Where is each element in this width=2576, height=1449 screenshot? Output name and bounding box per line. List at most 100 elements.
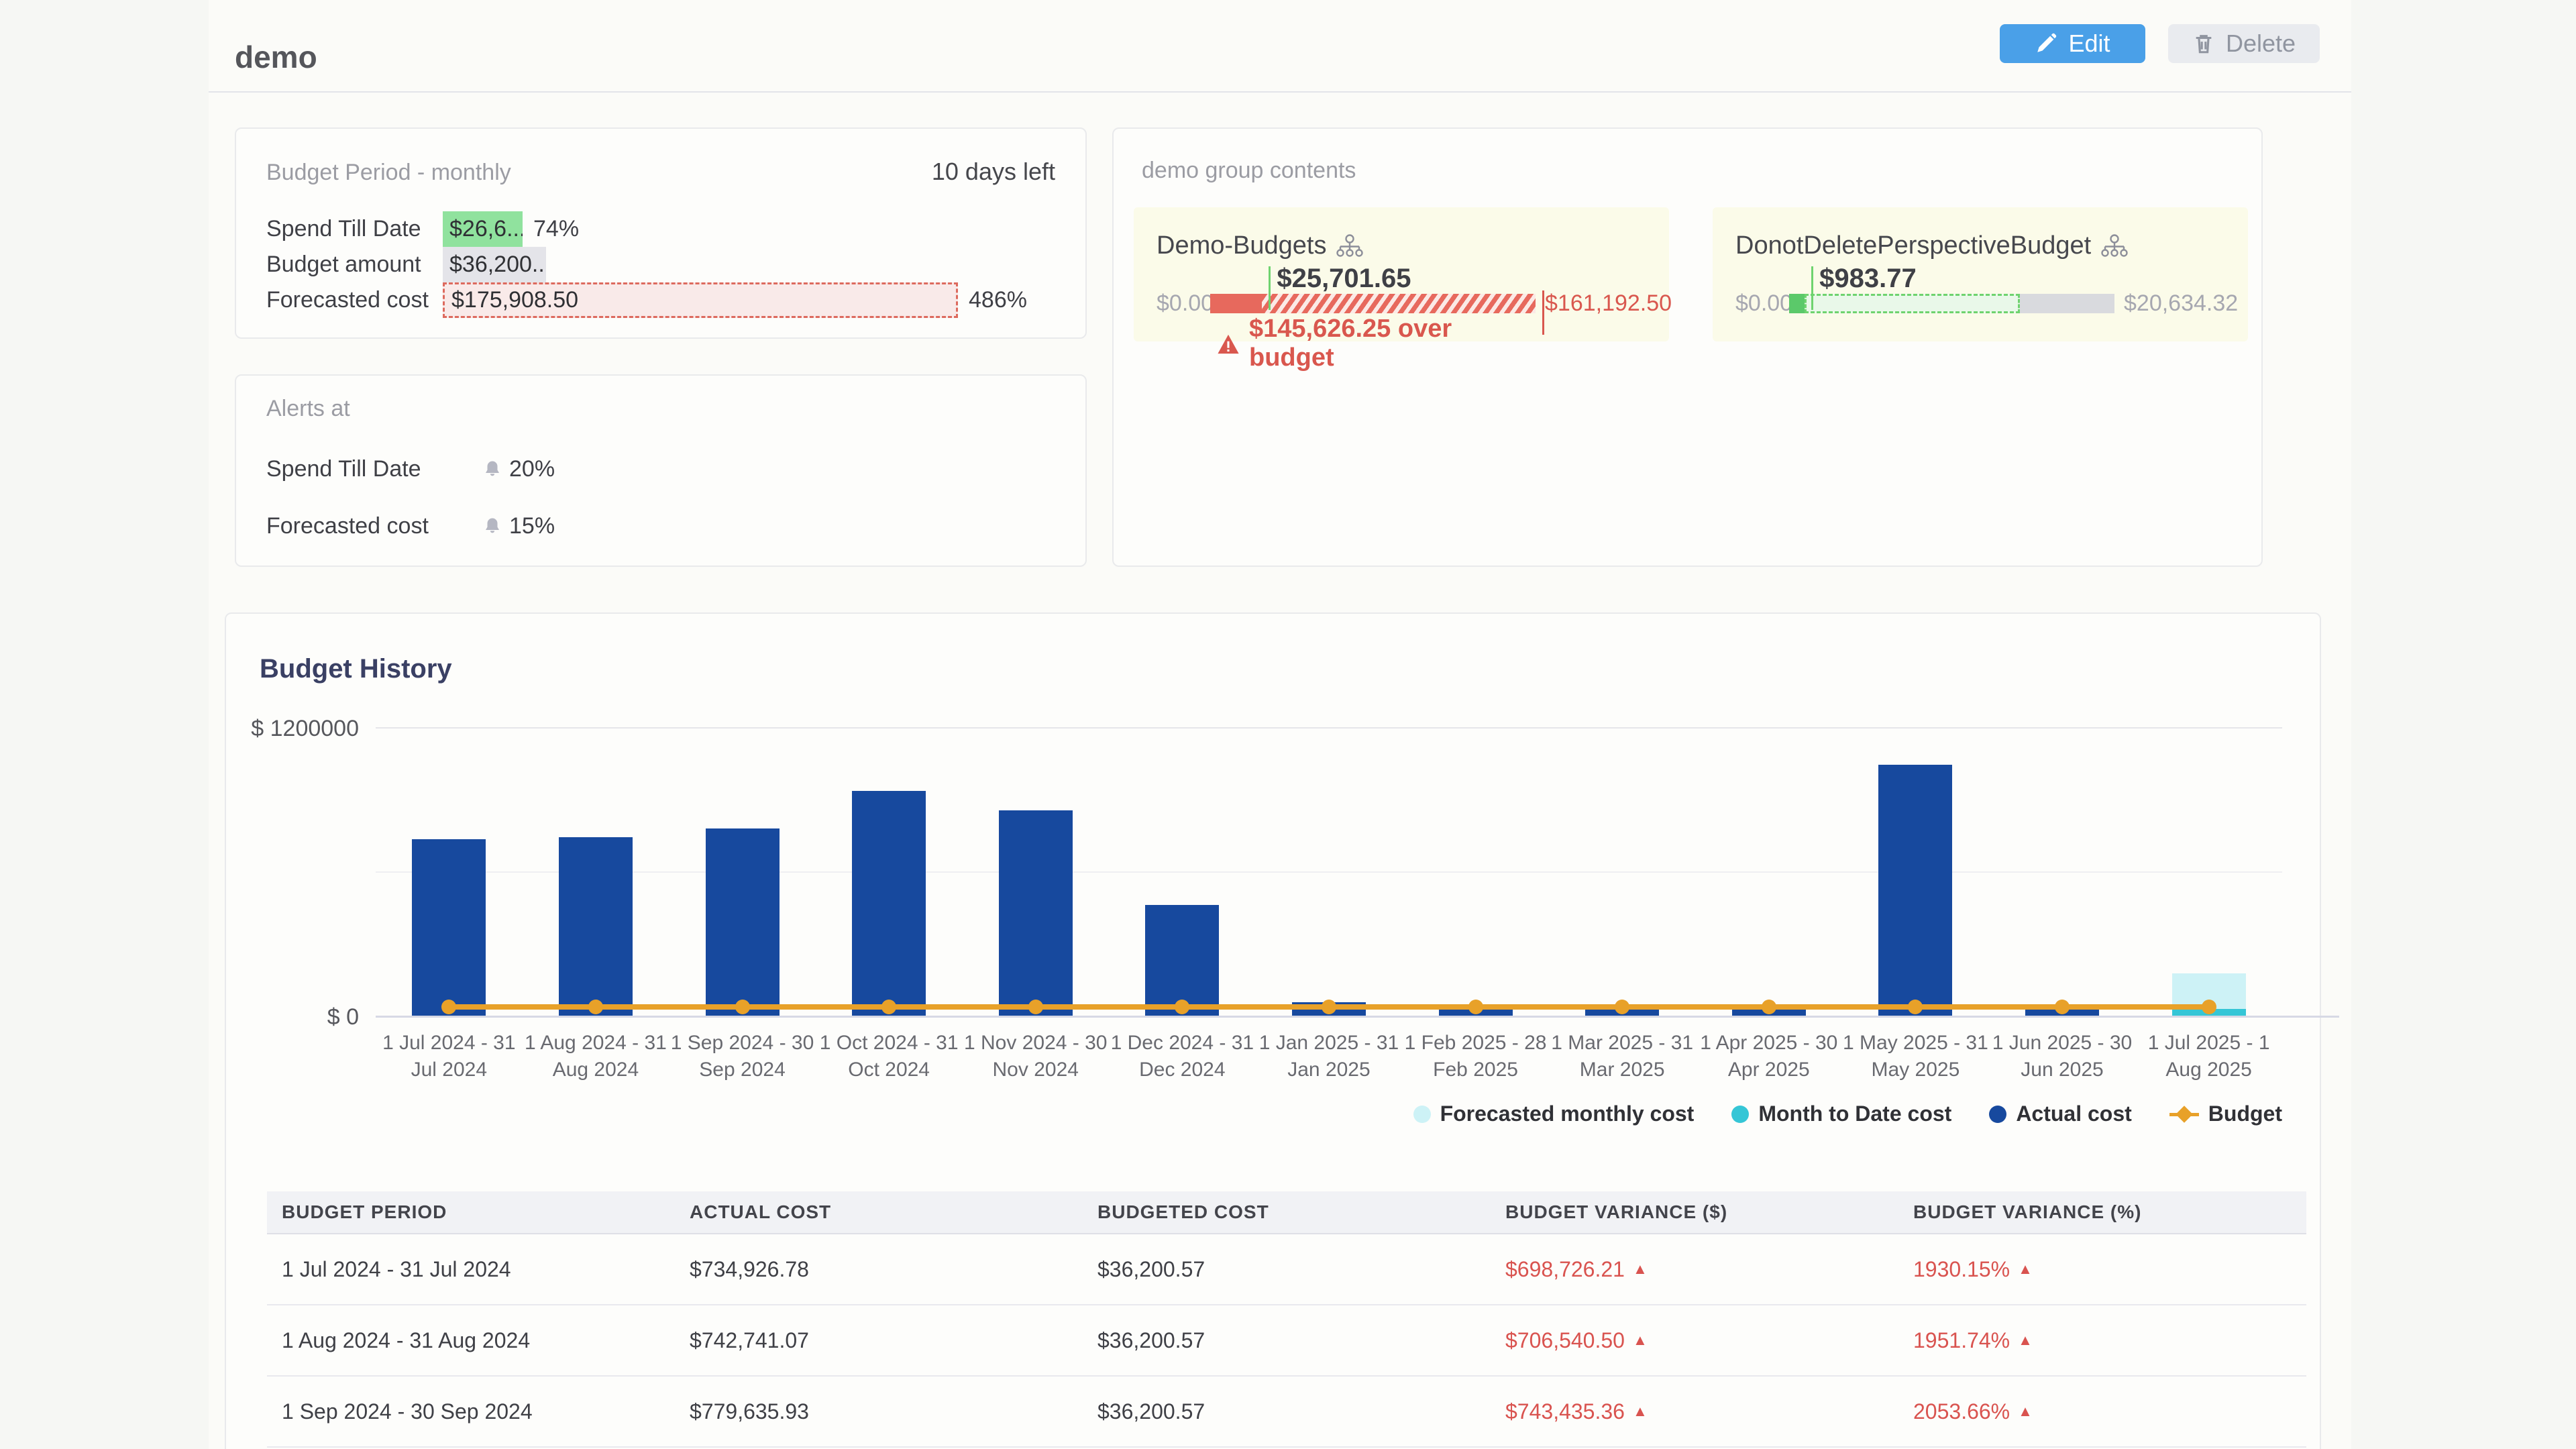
x-tick-line1: 1 Sep 2024 - 30 (669, 1030, 816, 1057)
budget-line-marker (588, 1000, 603, 1014)
spent-segment (1210, 294, 1262, 313)
alert-row-label: Forecasted cost (266, 513, 482, 539)
budget-period-row: Budget amount$36,200.... (266, 247, 1055, 282)
edit-button[interactable]: Edit (2000, 24, 2145, 63)
budget-tile-name-label: DonotDeletePerspectiveBudget (1735, 231, 2091, 260)
actual-cost-bar (1878, 765, 1952, 1016)
x-axis-tick: 1 Mar 2025 - 31Mar 2025 (1549, 1030, 1696, 1083)
budget-period-row: Forecasted cost$175,908.50486% (266, 282, 1055, 318)
group-contents-card: demo group contents Demo-Budgets$25,701.… (1112, 127, 2263, 567)
trend-up-icon: ▲ (1633, 1332, 1648, 1349)
content-area: demo Edit Delete Budget Period - monthly… (209, 0, 2351, 1449)
remaining-segment (2020, 294, 2114, 313)
edit-button-label: Edit (2068, 30, 2110, 58)
x-axis-tick: 1 Aug 2024 - 31Aug 2024 (523, 1030, 669, 1083)
table-cell-actual: $734,926.78 (675, 1257, 1083, 1282)
x-axis-tick: 1 Jul 2025 - 1Aug 2025 (2135, 1030, 2282, 1083)
table-cell-variance_usd: $706,540.50▲ (1491, 1328, 1898, 1353)
x-tick-line1: 1 Mar 2025 - 31 (1549, 1030, 1696, 1057)
org-hierarchy-icon (1336, 231, 1364, 260)
spend-marker-line (1811, 266, 1813, 310)
legend-label: Month to Date cost (1758, 1102, 1951, 1126)
x-tick-line1: 1 Apr 2025 - 30 (1695, 1030, 1842, 1057)
forecast-segment (1805, 294, 2020, 313)
trend-up-icon: ▲ (1633, 1403, 1648, 1420)
budget-line-marker (2055, 1000, 2070, 1014)
x-tick-line2: Aug 2024 (523, 1057, 669, 1083)
days-left-label: 10 days left (932, 158, 1055, 186)
legend-dot-icon (1413, 1106, 1431, 1123)
budget-line-marker (1028, 1000, 1043, 1014)
budget-tile-name: DonotDeletePerspectiveBudget (1735, 231, 2129, 260)
budget-tile-min-label: $0.00 (1735, 290, 1781, 317)
actual-cost-bar (999, 810, 1073, 1016)
budget-line-marker (735, 1000, 750, 1014)
alerts-card: Alerts at Spend Till Date20%Forecasted c… (235, 374, 1087, 567)
budget-tile[interactable]: DonotDeletePerspectiveBudget$983.77$0.00… (1713, 207, 2248, 341)
x-tick-line1: 1 Jul 2025 - 1 (2135, 1030, 2282, 1057)
table-cell-budgeted: $36,200.57 (1083, 1257, 1491, 1282)
over-budget-alert: $145,626.25 over budget (1217, 315, 1533, 372)
actual-cost-bar (706, 828, 780, 1016)
trend-up-icon: ▲ (2018, 1332, 2033, 1349)
budget-tile-bar (1789, 294, 2114, 313)
budget-line-marker (881, 1000, 896, 1014)
x-tick-line2: Apr 2025 (1695, 1057, 1842, 1083)
trend-up-icon: ▲ (2018, 1403, 2033, 1420)
over-budget-end-line (1542, 290, 1544, 335)
group-tiles: Demo-Budgets$25,701.65$0.00$161,192.50$1… (1134, 207, 2248, 341)
x-tick-line2: May 2025 (1842, 1057, 1989, 1083)
delete-button[interactable]: Delete (2168, 24, 2320, 63)
table-row: 1 Sep 2024 - 30 Sep 2024$779,635.93$36,2… (267, 1377, 2306, 1448)
x-axis-tick: 1 May 2025 - 31May 2025 (1842, 1030, 1989, 1083)
alert-row: Forecasted cost15% (266, 498, 1055, 555)
legend-dot-icon (1731, 1106, 1749, 1123)
table-cell-budgeted: $36,200.57 (1083, 1328, 1491, 1353)
budget-history-chart (376, 727, 2282, 1016)
legend-item[interactable]: Forecasted monthly cost (1413, 1102, 1695, 1126)
table-row: 1 Jul 2024 - 31 Jul 2024$734,926.78$36,2… (267, 1234, 2306, 1305)
org-hierarchy-icon (2100, 231, 2129, 260)
budget-period-card: Budget Period - monthly 10 days left Spe… (235, 127, 1087, 339)
legend-item[interactable]: Budget (2169, 1102, 2282, 1126)
budget-period-rows: Spend Till Date$26,6...74%Budget amount$… (266, 211, 1055, 318)
bell-icon (482, 517, 502, 537)
x-tick-line2: Dec 2024 (1109, 1057, 1256, 1083)
x-tick-line1: 1 Jul 2024 - 31 (376, 1030, 523, 1057)
table-cell-variance_pct: 1930.15%▲ (1898, 1257, 2306, 1282)
budget-tile[interactable]: Demo-Budgets$25,701.65$0.00$161,192.50$1… (1134, 207, 1669, 341)
budget-history-card: Budget History $ 1200000 $ 0 1 Jul 2024 … (225, 612, 2321, 1449)
x-tick-line2: Jul 2024 (376, 1057, 523, 1083)
alert-threshold-value: 20% (509, 456, 555, 482)
budget-tile-bar (1210, 294, 1536, 313)
alerts-rows: Spend Till Date20%Forecasted cost15% (266, 441, 1055, 555)
budget-tile-name-label: Demo-Budgets (1157, 231, 1326, 260)
gridline-mid (376, 871, 2282, 873)
trend-up-icon: ▲ (1633, 1260, 1648, 1278)
budget-period-row-label: Spend Till Date (266, 216, 443, 242)
table-cell-variance_usd: $743,435.36▲ (1491, 1399, 1898, 1424)
gridline-top (376, 727, 2282, 729)
table-cell-period: 1 Aug 2024 - 31 Aug 2024 (267, 1328, 675, 1353)
budget-period-value-chip: $26,6... (443, 211, 523, 247)
page: demo Edit Delete Budget Period - monthly… (0, 0, 2576, 1449)
x-axis-tick: 1 Apr 2025 - 30Apr 2025 (1695, 1030, 1842, 1083)
table-cell-variance_pct: 2053.66%▲ (1898, 1399, 2306, 1424)
x-tick-line2: Mar 2025 (1549, 1057, 1696, 1083)
legend-item[interactable]: Month to Date cost (1731, 1102, 1951, 1126)
budget-tile-max-label: $161,192.50 (1545, 290, 1672, 317)
budget-line-marker (1322, 1000, 1336, 1014)
budget-history-table: BUDGET PERIODACTUAL COSTBUDGETED COSTBUD… (267, 1191, 2306, 1448)
legend-diamond-icon (2169, 1106, 2199, 1123)
budget-period-row-label: Budget amount (266, 252, 443, 278)
table-cell-actual: $779,635.93 (675, 1399, 1083, 1424)
table-cell-variance_usd: $698,726.21▲ (1491, 1257, 1898, 1282)
trend-up-icon: ▲ (2018, 1260, 2033, 1278)
budget-tile-spend-amount: $25,701.65 (1277, 264, 1411, 294)
budget-tile-name: Demo-Budgets (1157, 231, 1364, 260)
legend-item[interactable]: Actual cost (1989, 1102, 2131, 1126)
budget-history-title: Budget History (260, 654, 452, 684)
x-tick-line2: Oct 2024 (816, 1057, 963, 1083)
table-header-cell: BUDGET PERIOD (267, 1201, 675, 1223)
table-header-cell: BUDGETED COST (1083, 1201, 1491, 1223)
